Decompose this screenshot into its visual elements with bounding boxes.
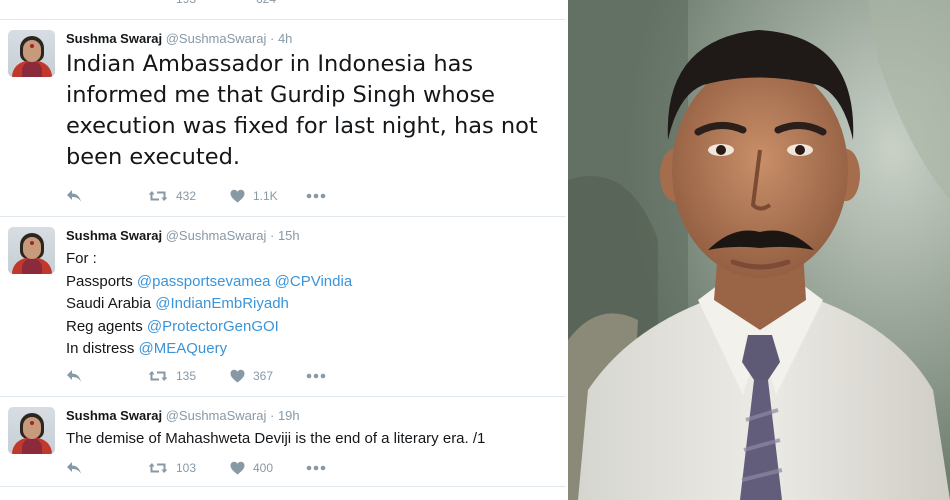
header-separator: · — [269, 228, 275, 243]
author-handle[interactable]: @SushmaSwaraj — [166, 408, 267, 423]
reply-icon — [67, 190, 81, 202]
mention-link[interactable]: @MEAQuery — [139, 340, 228, 357]
portrait-photo — [568, 0, 950, 500]
more-options-button[interactable] — [306, 367, 326, 385]
previous-tweet-actions: 193 624 — [0, 0, 566, 20]
avatar[interactable] — [8, 30, 55, 77]
line-label: Passports — [66, 272, 133, 290]
tweet-timestamp[interactable]: 15h — [278, 228, 300, 243]
tweet-text: The demise of Mahashweta Deviji is the e… — [66, 430, 486, 447]
avatar[interactable] — [8, 407, 55, 454]
tweet[interactable]: Sushma Swaraj @SushmaSwaraj · 15h For : … — [0, 217, 566, 397]
retweet-count: 135 — [176, 369, 197, 383]
retweet-button[interactable]: 135 — [148, 367, 196, 385]
line-label: Reg agents — [66, 317, 143, 335]
previous-retweet-count: 193 — [176, 0, 196, 6]
more-icon — [306, 193, 326, 199]
like-button[interactable]: 367 — [230, 367, 273, 385]
tweet-header: Sushma Swaraj @SushmaSwaraj · 15h — [66, 228, 300, 243]
tweet-actions: 432 1.1K — [66, 187, 366, 205]
more-icon — [306, 465, 326, 471]
avatar[interactable] — [8, 227, 55, 274]
reply-button[interactable] — [66, 367, 82, 385]
line-label: In distress — [66, 340, 135, 357]
tweet-line: In distress @MEAQuery — [66, 338, 556, 361]
tweet-actions: 135 367 — [66, 367, 366, 385]
retweet-icon — [148, 463, 168, 473]
tweet[interactable]: Sushma Swaraj @SushmaSwaraj · 4h Indian … — [0, 20, 566, 217]
mention-link[interactable]: @CPVindia — [275, 273, 353, 290]
retweet-button[interactable]: 432 — [148, 187, 196, 205]
tweet-feed: 193 624 Sushma Swaraj @SushmaSwaraj · 4h… — [0, 0, 566, 500]
like-count: 1.1K — [253, 189, 278, 203]
tweet-timestamp[interactable]: 19h — [278, 408, 300, 423]
mention-link[interactable]: @IndianEmbRiyadh — [155, 295, 289, 312]
more-options-button[interactable] — [306, 459, 326, 477]
author-name[interactable]: Sushma Swaraj — [66, 408, 162, 423]
like-icon — [230, 461, 245, 475]
tweet-line: For : — [66, 248, 556, 271]
tweet-line: Saudi Arabia @IndianEmbRiyadh — [66, 293, 556, 316]
tweet-header: Sushma Swaraj @SushmaSwaraj · 4h — [66, 31, 292, 46]
author-handle[interactable]: @SushmaSwaraj — [166, 31, 267, 46]
tweet-text: Indian Ambassador in Indonesia has infor… — [66, 51, 538, 170]
tweet-header: Sushma Swaraj @SushmaSwaraj · 19h — [66, 408, 300, 423]
retweet-count: 432 — [176, 189, 197, 203]
line-label: Saudi Arabia — [66, 295, 152, 312]
mention-link[interactable]: @ProtectorGenGOI — [147, 318, 279, 335]
retweet-count: 103 — [176, 461, 197, 475]
portrait-illustration — [568, 0, 950, 500]
like-button[interactable]: 1.1K — [230, 187, 278, 205]
tweet-actions: 103 400 — [66, 459, 366, 477]
reply-icon — [67, 370, 81, 382]
retweet-icon — [148, 191, 168, 201]
previous-like-count: 624 — [256, 0, 276, 6]
like-icon — [230, 189, 245, 203]
author-name[interactable]: Sushma Swaraj — [66, 31, 162, 46]
like-count: 400 — [253, 461, 274, 475]
like-icon — [230, 369, 245, 383]
author-name[interactable]: Sushma Swaraj — [66, 228, 162, 243]
header-separator: · — [269, 408, 275, 423]
tweet-timestamp[interactable]: 4h — [278, 31, 292, 46]
header-separator: · — [269, 31, 275, 46]
more-options-button[interactable] — [306, 187, 326, 205]
tweet-text: For : Passports @passportsevamea @CPVind… — [66, 248, 556, 361]
reply-icon — [67, 462, 81, 474]
mention-link[interactable]: @passportsevamea — [137, 273, 271, 290]
tweet-line: Passports @passportsevamea @CPVindia — [66, 271, 556, 294]
line-label: For : — [66, 250, 97, 267]
retweet-icon — [148, 371, 168, 381]
more-icon — [306, 373, 326, 379]
like-count: 367 — [253, 369, 274, 383]
retweet-button[interactable]: 103 — [148, 459, 196, 477]
reply-button[interactable] — [66, 459, 82, 477]
reply-button[interactable] — [66, 187, 82, 205]
like-button[interactable]: 400 — [230, 459, 273, 477]
tweet-line: Reg agents @ProtectorGenGOI — [66, 316, 556, 339]
author-handle[interactable]: @SushmaSwaraj — [166, 228, 267, 243]
tweet[interactable]: Sushma Swaraj @SushmaSwaraj · 19h The de… — [0, 397, 566, 487]
